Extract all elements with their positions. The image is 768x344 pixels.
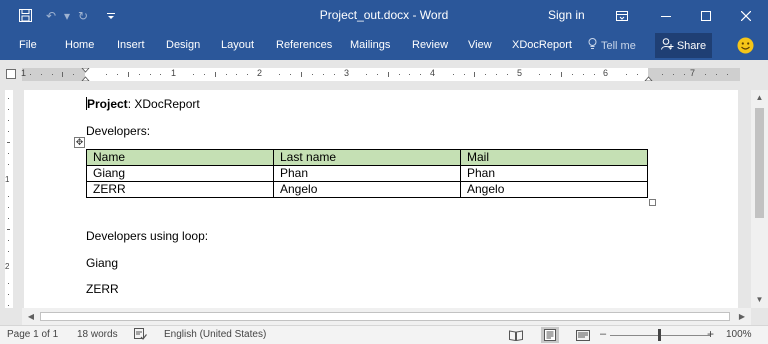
scroll-left-icon[interactable]: ◀ [25, 312, 37, 321]
svg-text:2: 2 [5, 262, 10, 271]
zoom-level[interactable]: 100% [726, 329, 752, 340]
scroll-down-icon[interactable]: ▼ [751, 295, 768, 304]
ruler-number: 4 [430, 68, 436, 78]
zoom-in-icon[interactable]: + [707, 327, 714, 341]
developers-heading[interactable]: Developers: [86, 124, 150, 138]
share-label: Share [676, 39, 707, 52]
developers-table[interactable]: Name Last name Mail Giang Phan Phan ZERR… [86, 149, 648, 198]
table-cell[interactable]: Phan [460, 165, 648, 182]
tab-xdocreport[interactable]: XDocReport [512, 39, 572, 51]
vertical-scroll-thumb[interactable] [755, 108, 764, 218]
scroll-up-icon[interactable]: ▲ [751, 93, 768, 102]
quick-access-toolbar: ↶ ▾ ↻ [14, 0, 122, 31]
tab-insert[interactable]: Insert [117, 39, 145, 51]
title-bar: ↶ ▾ ↻ Project_out.docx - Word Sign in [0, 0, 768, 31]
loop-item[interactable]: Giang [86, 256, 118, 270]
scroll-right-icon[interactable]: ▶ [736, 312, 748, 321]
table-cell[interactable]: Angelo [460, 181, 648, 198]
ruler-number: 2 [257, 68, 263, 78]
maximize-icon[interactable] [684, 0, 728, 31]
header-cell-last-name[interactable]: Last name [273, 149, 461, 166]
tab-layout[interactable]: Layout [221, 39, 254, 51]
customize-toolbar-icon[interactable] [100, 5, 122, 27]
tab-view[interactable]: View [468, 39, 492, 51]
table-row: Giang Phan Phan [86, 165, 648, 182]
share-button[interactable]: Share [655, 33, 712, 58]
tab-selector[interactable] [6, 69, 16, 79]
feedback-smiley-icon[interactable] [737, 37, 754, 54]
web-layout-icon[interactable] [574, 327, 592, 343]
tab-references[interactable]: References [276, 39, 332, 51]
header-cell-name[interactable]: Name [86, 149, 274, 166]
table-move-handle-icon[interactable]: ✥ [74, 137, 85, 148]
tab-design[interactable]: Design [166, 39, 200, 51]
language-indicator[interactable]: English (United States) [164, 329, 266, 340]
tab-file[interactable]: File [19, 39, 37, 51]
ribbon-tabs: File Home Insert Design Layout Reference… [0, 31, 768, 60]
project-value: : XDocReport [127, 97, 200, 111]
horizontal-scrollbar[interactable]: ◀ ▶ [22, 308, 751, 325]
vertical-ruler[interactable]: 1 2 [0, 90, 16, 308]
header-cell-mail[interactable]: Mail [460, 149, 648, 166]
zoom-out-icon[interactable]: – [600, 328, 606, 340]
ruler-number: 1 [171, 68, 177, 78]
tell-me-box[interactable]: Tell me [588, 38, 636, 53]
svg-text:1: 1 [5, 175, 10, 184]
zoom-slider-thumb[interactable] [658, 329, 661, 341]
ruler-number: 5 [517, 68, 523, 78]
ruler-area: 1 1 2 3 4 5 6 7 [0, 60, 768, 90]
table-header-row: Name Last name Mail [86, 149, 648, 166]
ruler-number: 3 [344, 68, 350, 78]
table-cell[interactable]: Giang [86, 165, 274, 182]
proofing-icon[interactable] [134, 328, 147, 343]
ruler-number: 1 [21, 68, 27, 78]
tell-me-label: Tell me [601, 39, 636, 52]
ruler-number: 7 [690, 68, 696, 78]
close-icon[interactable] [724, 0, 768, 31]
document-area[interactable]: Project: XDocReport Developers: ✥ Name L… [22, 90, 740, 308]
status-bar: Page 1 of 1 18 words English (United Sta… [0, 325, 768, 344]
lightbulb-icon [588, 38, 597, 53]
loop-item[interactable]: ZERR [86, 282, 119, 296]
undo-icon[interactable]: ↶ [40, 5, 62, 27]
table-resize-handle[interactable] [649, 199, 656, 206]
word-window: ↶ ▾ ↻ Project_out.docx - Word Sign in Fi… [0, 0, 768, 344]
loop-heading[interactable]: Developers using loop: [86, 229, 208, 243]
project-line[interactable]: Project: XDocReport [86, 97, 200, 111]
table-cell[interactable]: Angelo [273, 181, 461, 198]
tab-review[interactable]: Review [412, 39, 448, 51]
project-label: Project [87, 97, 128, 111]
table-cell[interactable]: ZERR [86, 181, 274, 198]
ribbon-display-options-icon[interactable] [600, 0, 644, 31]
sign-in-link[interactable]: Sign in [548, 8, 585, 22]
save-icon[interactable] [14, 5, 36, 27]
undo-dropdown-icon[interactable]: ▾ [62, 5, 72, 27]
word-count[interactable]: 18 words [77, 329, 118, 340]
minimize-icon[interactable] [644, 0, 688, 31]
page-count[interactable]: Page 1 of 1 [7, 329, 58, 340]
tab-mailings[interactable]: Mailings [350, 39, 390, 51]
document-page[interactable]: Project: XDocReport Developers: ✥ Name L… [24, 90, 738, 308]
horizontal-scroll-thumb[interactable] [40, 312, 730, 321]
ruler-number: 6 [603, 68, 609, 78]
horizontal-ruler[interactable]: 1 1 2 3 4 5 6 7 [21, 68, 740, 81]
vertical-scrollbar[interactable]: ▲ ▼ [751, 90, 768, 308]
redo-icon[interactable]: ↻ [72, 5, 94, 27]
table-row: ZERR Angelo Angelo [86, 181, 648, 198]
print-layout-icon[interactable] [541, 327, 559, 343]
tab-home[interactable]: Home [65, 39, 94, 51]
read-mode-icon[interactable] [507, 327, 525, 343]
table-cell[interactable]: Phan [273, 165, 461, 182]
person-icon [660, 38, 674, 53]
